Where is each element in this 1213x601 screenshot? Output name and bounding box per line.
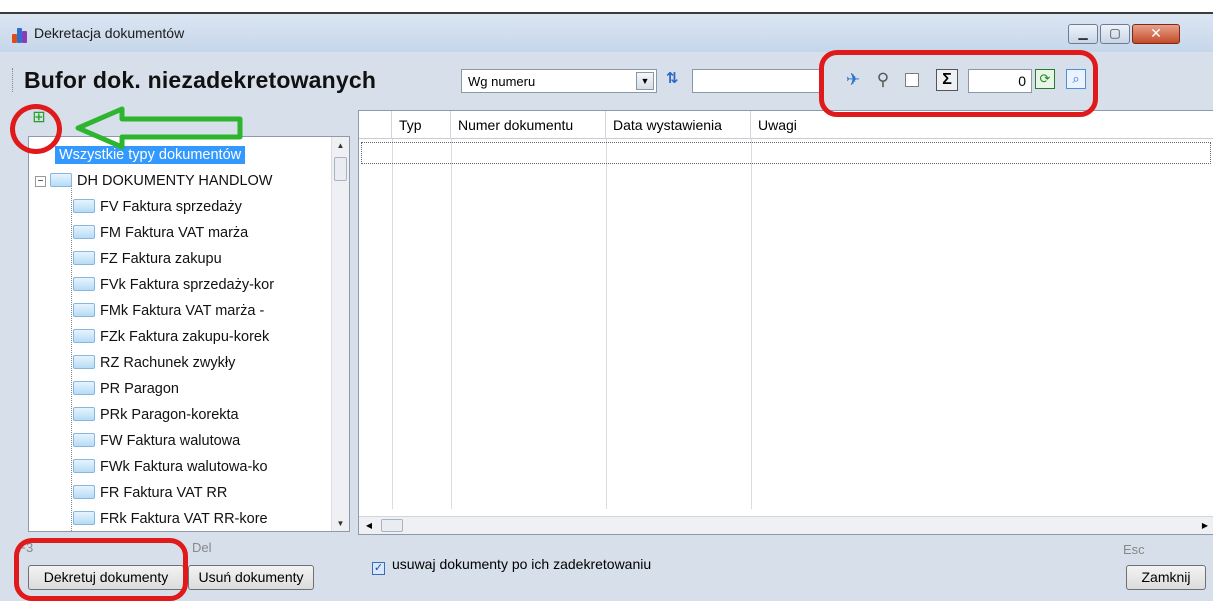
tree-item-label: FZ Faktura zakupu	[100, 251, 222, 267]
tree-item-label: FMk Faktura VAT marża -	[100, 303, 265, 319]
tree-item[interactable]: FV Faktura sprzedaży	[73, 194, 242, 220]
scroll-left-icon[interactable]: ◀	[361, 517, 377, 534]
document-type-tree[interactable]: Wszystkie typy dokumentów − DH DOKUMENTY …	[28, 136, 350, 532]
add-button-highlight	[10, 104, 62, 154]
tree-item[interactable]: FZk Faktura zakupu-korek	[73, 324, 269, 350]
search-input[interactable]	[692, 69, 824, 93]
scroll-down-icon[interactable]: ▼	[332, 515, 349, 531]
page-title: Bufor dok. niezadekretowanych	[24, 67, 377, 93]
chevron-down-icon[interactable]: ▼	[636, 72, 654, 90]
sort-icon[interactable]: ⇅	[666, 69, 679, 87]
tree-item[interactable]: FZ Faktura zakupu	[73, 246, 222, 272]
tree-item[interactable]: PR Paragon	[73, 376, 179, 402]
column-divider	[606, 139, 607, 509]
scroll-right-icon[interactable]: ▶	[1197, 517, 1213, 534]
decree-button-highlight	[14, 538, 188, 601]
tree-item-label: FZk Faktura zakupu-korek	[100, 329, 270, 345]
col-header-indicator[interactable]	[359, 111, 392, 139]
tree-item[interactable]: FMk Faktura VAT marża -	[73, 298, 264, 324]
scroll-up-icon[interactable]: ▲	[332, 137, 349, 155]
tree-item[interactable]: FWk Faktura walutowa-ko	[73, 454, 268, 480]
hint-del: Del	[192, 540, 212, 555]
window-title: Dekretacja dokumentów	[34, 25, 185, 41]
close-button[interactable]: Zamknij	[1126, 565, 1206, 590]
tree-item-label: FWk Faktura walutowa-ko	[100, 459, 268, 475]
sort-select[interactable]: Wg numeru ▼	[461, 69, 657, 93]
delete-after-decree-checkbox[interactable]: ✓	[372, 562, 385, 575]
folder-icon	[73, 225, 95, 239]
tree-item-label: FRk Faktura VAT RR-kore	[100, 511, 268, 527]
tree-item[interactable]: FRk Faktura VAT RR-kore	[73, 506, 268, 531]
close-icon: ✕	[1150, 25, 1162, 41]
tree-item-label: FV Faktura sprzedaży	[100, 199, 242, 215]
tree-item-label: FVk Faktura sprzedaży-kor	[100, 277, 275, 293]
tree-item-label: PR Paragon	[100, 381, 179, 397]
minimize-button[interactable]: ▁	[1068, 24, 1098, 44]
tree-group-dh[interactable]: − DH DOKUMENTY HANDLOW	[35, 168, 273, 194]
folder-icon	[73, 381, 95, 395]
maximize-icon: ▢	[1109, 26, 1121, 40]
hint-esc: Esc	[1123, 542, 1145, 557]
folder-icon	[73, 355, 95, 369]
folder-icon	[73, 277, 95, 291]
tree-item-label: PRk Paragon-korekta	[100, 407, 239, 423]
tree-item[interactable]: FVk Faktura sprzedaży-kor	[73, 272, 274, 298]
col-header-data[interactable]: Data wystawienia	[606, 111, 751, 139]
minimize-icon: ▁	[1078, 26, 1088, 40]
folder-icon	[73, 251, 95, 265]
tree-item-label: FR Faktura VAT RR	[100, 485, 228, 501]
column-divider	[451, 139, 452, 509]
delete-after-decree-label: usuwaj dokumenty po ich zadekretowaniu	[392, 556, 652, 572]
tree-item-label: RZ Rachunek zwykły	[100, 355, 236, 371]
tree-item-label: FW Faktura walutowa	[100, 433, 241, 449]
folder-icon	[73, 407, 95, 421]
column-divider	[392, 139, 393, 509]
grid-horizontal-scrollbar[interactable]: ◀ ▶	[359, 516, 1213, 534]
scroll-thumb[interactable]	[381, 519, 403, 532]
toolbar-grip[interactable]	[12, 68, 15, 92]
tree-vertical-scrollbar[interactable]: ▲ ▼	[331, 137, 349, 531]
folder-icon	[73, 511, 95, 525]
green-arrow-icon	[75, 106, 243, 150]
tree-guide-line	[71, 185, 72, 531]
toolbar-highlight	[819, 50, 1098, 117]
folder-icon	[73, 303, 95, 317]
table-row[interactable]	[361, 142, 1211, 164]
col-header-numer[interactable]: Numer dokumentu	[451, 111, 606, 139]
maximize-button[interactable]: ▢	[1100, 24, 1130, 44]
column-divider	[751, 139, 752, 509]
folder-icon	[50, 173, 72, 187]
title-bar: Dekretacja dokumentów ▁ ▢ ✕	[0, 14, 1213, 52]
folder-icon	[73, 329, 95, 343]
tree-item[interactable]: FM Faktura VAT marża	[73, 220, 248, 246]
documents-grid[interactable]: Typ Numer dokumentu Data wystawienia Uwa…	[358, 110, 1213, 535]
document-type-panel: ⊞ Wszystkie typy dokumentów − DH DOKUMENT…	[16, 96, 352, 546]
scroll-thumb[interactable]	[334, 157, 347, 181]
delete-documents-button[interactable]: Usuń dokumenty	[188, 565, 314, 590]
tree-item[interactable]: FW Faktura walutowa	[73, 428, 240, 454]
sort-select-value: Wg numeru	[468, 74, 536, 89]
folder-icon	[73, 199, 95, 213]
folder-icon	[73, 459, 95, 473]
collapse-icon[interactable]: −	[35, 176, 46, 187]
tree-group-label: DH DOKUMENTY HANDLOW	[77, 173, 273, 189]
tree-item[interactable]: RZ Rachunek zwykły	[73, 350, 235, 376]
app-icon	[12, 27, 28, 43]
col-header-typ[interactable]: Typ	[392, 111, 451, 139]
tree-item-label: FM Faktura VAT marża	[100, 225, 249, 241]
tree-item[interactable]: PRk Paragon-korekta	[73, 402, 239, 428]
folder-icon	[73, 485, 95, 499]
folder-icon	[73, 433, 95, 447]
close-window-button[interactable]: ✕	[1132, 24, 1180, 44]
tree-item[interactable]: FR Faktura VAT RR	[73, 480, 227, 506]
